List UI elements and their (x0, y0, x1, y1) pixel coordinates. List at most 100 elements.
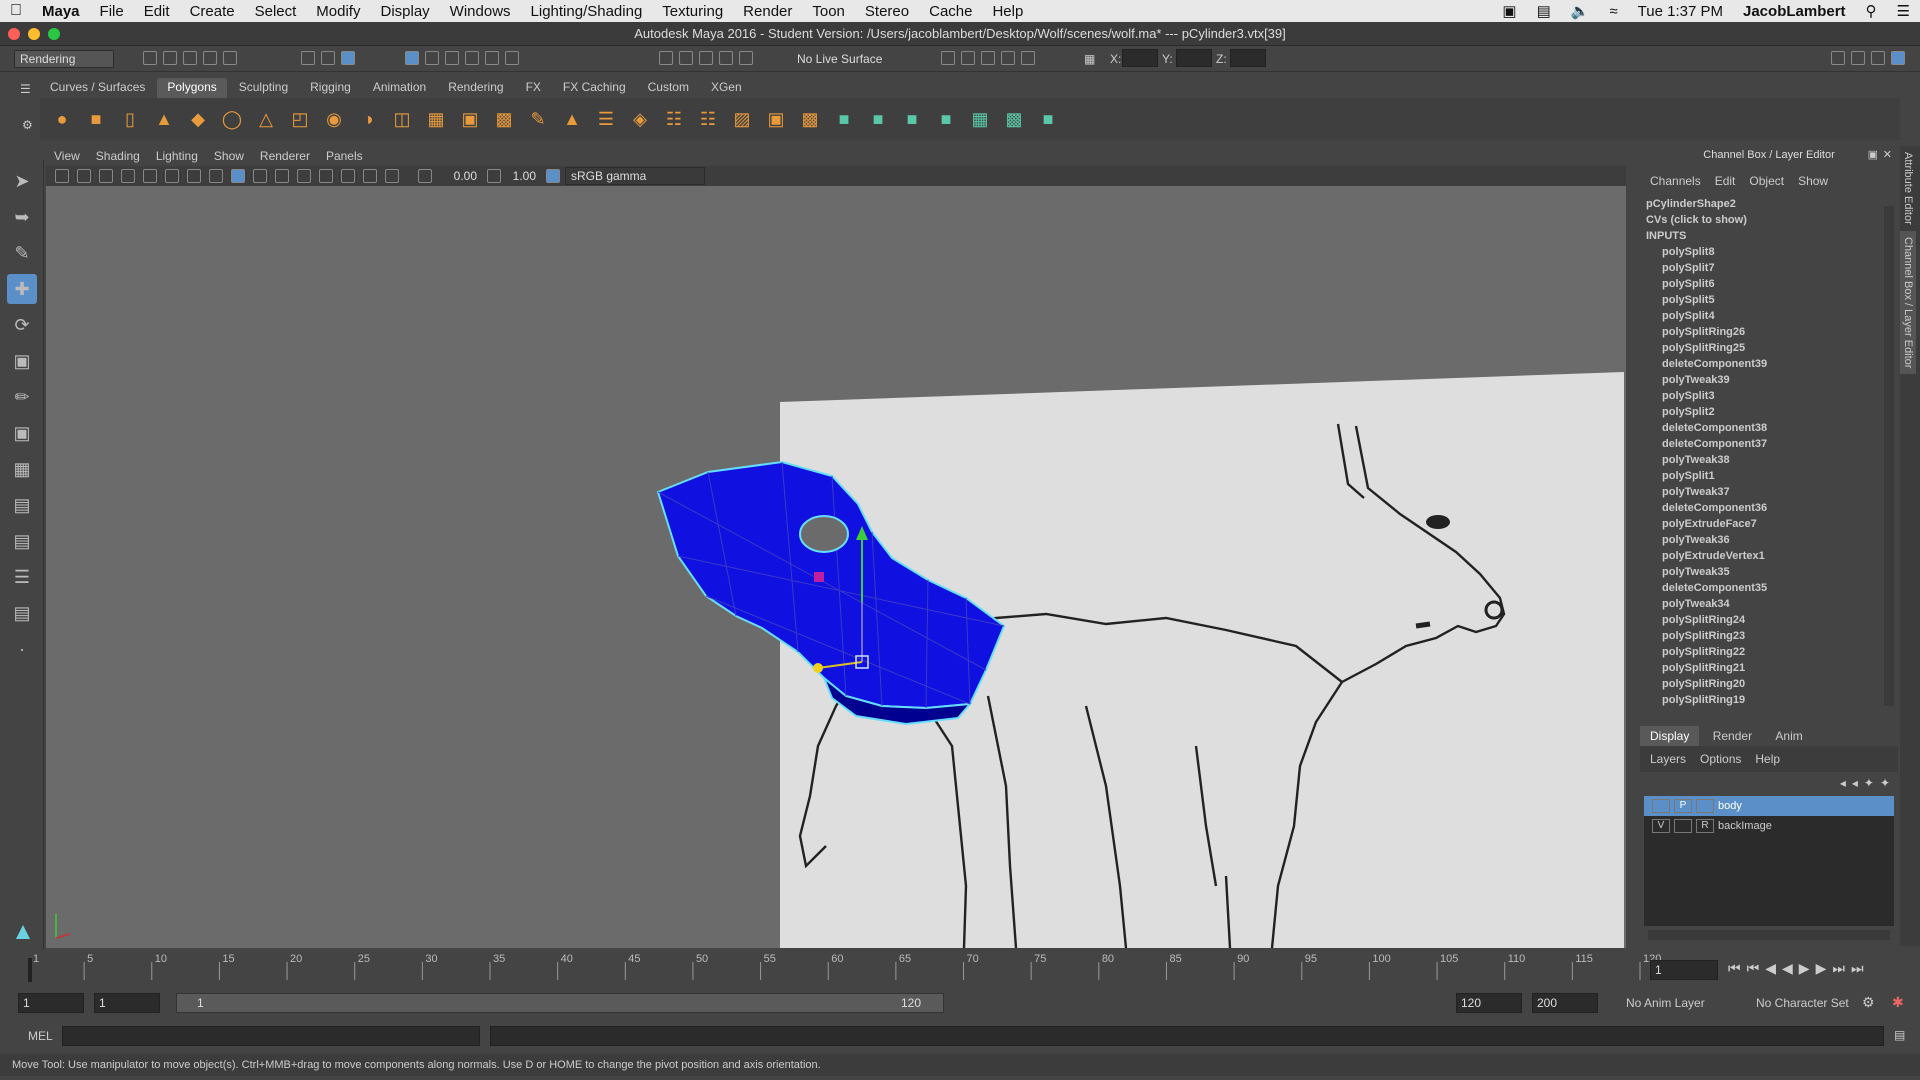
lasso-tool-icon[interactable]: ➥ (7, 202, 37, 232)
snap-view-icon[interactable] (719, 51, 733, 65)
step-forward-key-icon[interactable]: ▶ (1816, 960, 1827, 977)
anim-end-field[interactable]: 200 (1532, 993, 1598, 1013)
layer-tab-display[interactable]: Display (1640, 726, 1700, 746)
input-node-item[interactable]: polySplit1 (1646, 468, 1892, 484)
current-frame-field[interactable]: 1 (1650, 960, 1718, 980)
snap-point-icon[interactable] (699, 51, 713, 65)
collapse-icon[interactable]: ▣ (762, 105, 790, 133)
camera-icon[interactable] (55, 169, 69, 183)
menu-create[interactable]: Create (180, 3, 245, 20)
display-icon[interactable]: ▤ (1527, 2, 1561, 20)
close-window-button[interactable] (8, 28, 20, 40)
select-tool-icon[interactable]: ➤ (7, 166, 37, 196)
cvs-toggle[interactable]: CVs (click to show) (1646, 212, 1892, 228)
layer-visibility-toggle[interactable]: V (1652, 819, 1670, 833)
menu-toon[interactable]: Toon (802, 3, 855, 20)
cylindrical-uv-icon[interactable]: ■ (864, 105, 892, 133)
input-node-item[interactable]: polySplitRing22 (1646, 644, 1892, 660)
new-layer-icon[interactable]: ✦ (1864, 776, 1874, 790)
input-node-item[interactable]: polySplitRing23 (1646, 628, 1892, 644)
input-node-item[interactable]: deleteComponent37 (1646, 436, 1892, 452)
hierarchy-mode-icon[interactable] (301, 51, 315, 65)
layer-name[interactable]: backImage (1718, 820, 1772, 832)
separate-icon[interactable]: ◑ (354, 105, 382, 133)
layer-visibility-toggle[interactable] (1652, 799, 1670, 813)
transform-input-icon[interactable]: ▦ (1084, 52, 1095, 66)
range-slider[interactable]: 1 120 (176, 993, 944, 1013)
layer-playback-toggle[interactable]: P (1674, 799, 1692, 813)
poly-torus-icon[interactable]: ◯ (218, 105, 246, 133)
input-node-item[interactable]: polySplitRing24 (1646, 612, 1892, 628)
viewport-menu-view[interactable]: View (54, 149, 80, 163)
bridge-icon[interactable]: ☰ (592, 105, 620, 133)
prefs-icon[interactable]: ✱ (1892, 994, 1904, 1011)
channel-box-icon[interactable] (1891, 51, 1905, 65)
app-menu[interactable]: Maya (32, 3, 90, 20)
shelf-tab-polygons[interactable]: Polygons (157, 78, 227, 98)
component-mode-icon[interactable] (341, 51, 355, 65)
vertex-mask-icon[interactable] (405, 51, 419, 65)
exposure-icon[interactable] (418, 169, 432, 183)
spherical-uv-icon[interactable]: ■ (898, 105, 926, 133)
resolution-gate-icon[interactable] (187, 169, 201, 183)
modeling-toolkit-icon[interactable] (1831, 51, 1845, 65)
menu-file[interactable]: File (90, 3, 134, 20)
poly-sphere-icon[interactable]: ● (48, 105, 76, 133)
combine-icon[interactable]: ◉ (320, 105, 348, 133)
paint-select-tool-icon[interactable]: ✎ (7, 238, 37, 268)
clock[interactable]: Tue 1:37 PM (1628, 3, 1733, 20)
hypershade-icon[interactable] (1001, 51, 1015, 65)
shelf-tab-fx-caching[interactable]: FX Caching (553, 78, 636, 98)
layer-color-swatch[interactable] (1696, 799, 1714, 813)
input-node-item[interactable]: polySplit8 (1646, 244, 1892, 260)
script-editor-icon[interactable]: ▤ (1894, 1028, 1905, 1042)
toolbox-more-icon[interactable]: · (7, 634, 37, 664)
layer-menu-layers[interactable]: Layers (1650, 752, 1686, 766)
uv-snapshot-icon[interactable]: ■ (1034, 105, 1062, 133)
auto-key-icon[interactable]: ⚙ (1862, 994, 1875, 1011)
image-plane-icon[interactable] (121, 169, 135, 183)
menu-texturing[interactable]: Texturing (652, 3, 733, 20)
ao-icon[interactable] (341, 169, 355, 183)
input-node-item[interactable]: polyTweak39 (1646, 372, 1892, 388)
shelf-tab-xgen[interactable]: XGen (701, 78, 752, 98)
input-node-item[interactable]: deleteComponent36 (1646, 500, 1892, 516)
menu-cache[interactable]: Cache (919, 3, 982, 20)
input-node-item[interactable]: polySplit2 (1646, 404, 1892, 420)
wifi-icon[interactable]: ≈ (1599, 3, 1627, 20)
wireframe-on-shaded-icon[interactable] (253, 169, 267, 183)
reduce-icon[interactable]: ▩ (490, 105, 518, 133)
input-node-item[interactable]: polySplitRing19 (1646, 692, 1892, 708)
viewport-canvas[interactable]: persp (46, 186, 1626, 948)
shelf-tab-animation[interactable]: Animation (363, 78, 436, 98)
apple-icon[interactable]:  (0, 2, 32, 20)
input-node-item[interactable]: polySplitRing21 (1646, 660, 1892, 676)
viewport-menu-shading[interactable]: Shading (96, 149, 140, 163)
input-node-item[interactable]: polyExtrudeVertex1 (1646, 548, 1892, 564)
gamma-icon[interactable] (487, 169, 501, 183)
planar-uv-icon[interactable]: ■ (830, 105, 858, 133)
input-node-item[interactable]: polySplit7 (1646, 260, 1892, 276)
persp-graph-icon[interactable]: ▤ (7, 526, 37, 556)
menu-render[interactable]: Render (733, 3, 802, 20)
poly-pipe-icon[interactable]: ◰ (286, 105, 314, 133)
play-backward-icon[interactable]: ◀ (1782, 960, 1793, 977)
smooth-icon[interactable]: ▦ (422, 105, 450, 133)
layer-row-backimage[interactable]: V R backImage (1644, 816, 1894, 836)
misc-mask-icon[interactable] (485, 51, 499, 65)
poly-cone-icon[interactable]: ▲ (150, 105, 178, 133)
open-scene-icon[interactable] (163, 51, 177, 65)
spotlight-icon[interactable]: ⚲ (1856, 2, 1887, 20)
cb-menu-edit[interactable]: Edit (1715, 174, 1736, 188)
zoom-window-button[interactable] (48, 28, 60, 40)
input-node-item[interactable]: polySplitRing20 (1646, 676, 1892, 692)
edge-loop-icon[interactable]: ☷ (694, 105, 722, 133)
attribute-editor-icon[interactable] (1851, 51, 1865, 65)
viewport-menu-lighting[interactable]: Lighting (156, 149, 198, 163)
x-field[interactable] (1122, 49, 1158, 67)
minimize-window-button[interactable] (28, 28, 40, 40)
menu-windows[interactable]: Windows (440, 3, 521, 20)
auto-uv-icon[interactable]: ■ (932, 105, 960, 133)
viewport-menu-renderer[interactable]: Renderer (260, 149, 310, 163)
bookmark-icon[interactable] (99, 169, 113, 183)
